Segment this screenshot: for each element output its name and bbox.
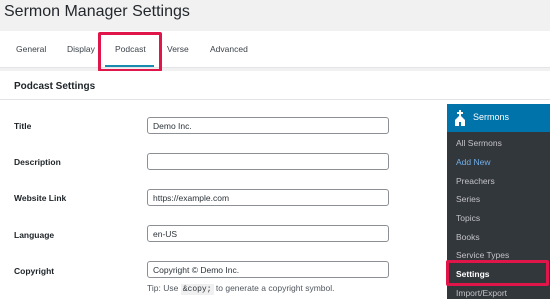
tab-display[interactable]: Display: [67, 44, 95, 54]
menu-item-books[interactable]: Books: [456, 232, 480, 242]
podcast-tab-highlight: [98, 32, 162, 72]
tip-suffix: to generate a copyright symbol.: [215, 283, 335, 293]
settings-item-highlight: [446, 260, 549, 286]
page-title: Sermon Manager Settings: [4, 3, 190, 20]
description-label: Description: [14, 157, 61, 167]
menu-item-preachers[interactable]: Preachers: [456, 176, 495, 186]
language-field[interactable]: [147, 225, 389, 242]
copyright-label: Copyright: [14, 266, 55, 276]
menu-item-add-new[interactable]: Add New: [456, 157, 491, 167]
title-label: Title: [14, 121, 32, 131]
title-field[interactable]: [147, 117, 389, 134]
panel-header: Podcast Settings: [0, 71, 550, 100]
tab-general[interactable]: General: [16, 44, 46, 54]
tip-prefix: Tip: Use: [147, 283, 179, 293]
description-field[interactable]: [147, 153, 389, 170]
settings-tabs: General Display Podcast Verse Advanced: [0, 31, 550, 68]
section-title: Podcast Settings: [14, 81, 96, 92]
menu-notch: [441, 113, 447, 125]
tip-code: &copy;: [180, 284, 214, 295]
copyright-tip: Tip: Use &copy; to generate a copyright …: [147, 283, 335, 295]
sermons-menu-label: Sermons: [473, 112, 510, 122]
tab-advanced[interactable]: Advanced: [210, 44, 248, 54]
copyright-field[interactable]: [147, 261, 389, 278]
menu-item-all-sermons[interactable]: All Sermons: [456, 138, 502, 148]
sermons-menu-header[interactable]: Sermons: [441, 104, 550, 132]
menu-item-series[interactable]: Series: [456, 194, 480, 204]
menu-item-service-types[interactable]: Service Types: [456, 250, 509, 260]
tab-verse[interactable]: Verse: [167, 44, 189, 54]
language-label: Language: [14, 230, 55, 240]
website-link-label: Website Link: [14, 193, 67, 203]
menu-item-topics[interactable]: Topics: [456, 213, 480, 223]
website-link-field[interactable]: [147, 189, 389, 206]
menu-item-import-export[interactable]: Import/Export: [456, 288, 507, 298]
church-icon: [455, 110, 465, 126]
